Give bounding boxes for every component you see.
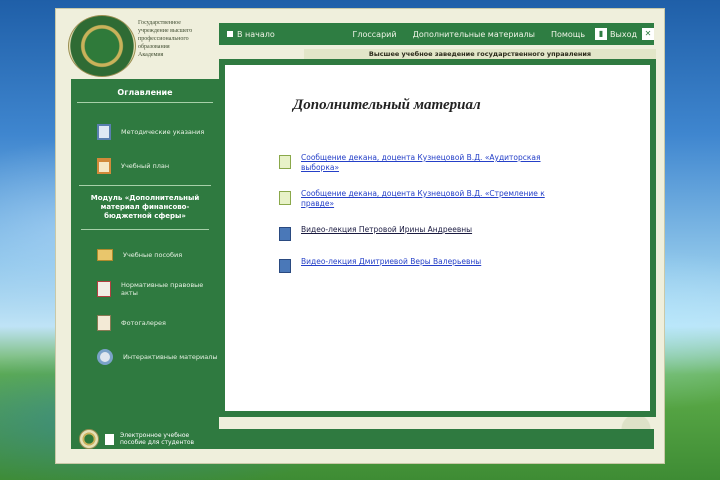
nav-help[interactable]: Помощь [543, 30, 593, 39]
folder-icon [97, 249, 113, 261]
material-link[interactable]: Видео-лекция Дмитриевой Веры Валерьевны [301, 257, 481, 267]
home-icon [227, 31, 233, 37]
book-icon [105, 433, 114, 445]
content-panel: Дополнительный материал Сообщение декана… [219, 59, 656, 417]
material-link[interactable]: Сообщение декана, доцента Кузнецовой В.Д… [301, 189, 579, 209]
materials-list: Сообщение декана, доцента Кузнецовой В.Д… [279, 153, 579, 289]
sidebar-item-regulations[interactable]: Нормативные правовые акты [71, 272, 219, 306]
page-title: Дополнительный материал [293, 97, 481, 113]
sidebar-heading: Оглавление [77, 84, 213, 103]
institution-title-line: Государственное [138, 20, 181, 26]
institution-title-line: образования [138, 44, 170, 50]
certificate-icon [279, 191, 291, 205]
sidebar-item-label: Нормативные правовые акты [121, 281, 204, 297]
institution-title: Государственное учреждение высшего профе… [138, 19, 218, 65]
footer-text-line: пособие для студентов [120, 439, 195, 446]
material-link[interactable]: Сообщение декана, доцента Кузнецовой В.Д… [301, 153, 579, 173]
certificate-icon [279, 155, 291, 169]
sidebar-item-interactive[interactable]: Интерактивные материалы [71, 340, 219, 374]
calendar-icon [97, 158, 111, 174]
file-icon [279, 259, 291, 273]
document-icon [97, 281, 111, 297]
sidebar: Оглавление Методические указания Учебный… [71, 79, 219, 429]
footer-text: Электронное учебное пособие для студенто… [120, 432, 194, 446]
footer-emblem [79, 429, 99, 449]
sidebar-item-gallery[interactable]: Фотогалерея [71, 306, 219, 340]
nav-home-label: В начало [237, 29, 275, 39]
top-navigation: В начало Глоссарий Дополнительные матери… [219, 23, 654, 45]
nav-exit[interactable]: Выход [607, 30, 640, 39]
gear-icon [97, 349, 113, 365]
sidebar-item-label: Методические указания [121, 128, 205, 136]
emblem-logo [68, 15, 136, 77]
nav-glossary[interactable]: Глоссарий [345, 30, 405, 39]
list-item: Сообщение декана, доцента Кузнецовой В.Д… [279, 153, 579, 173]
application-window: Государственное учреждение высшего профе… [55, 8, 665, 464]
institution-title-line: учреждение высшего [138, 28, 193, 34]
gallery-icon [97, 315, 111, 331]
nav-home[interactable]: В начало [219, 30, 283, 39]
sidebar-item-label: Учебные пособия [123, 251, 183, 259]
sidebar-item-label: Интерактивные материалы [123, 353, 218, 361]
nav-materials[interactable]: Дополнительные материалы [405, 30, 543, 39]
institution-title-line: профессионального [138, 36, 189, 42]
sidebar-item-curriculum[interactable]: Учебный план [71, 149, 219, 183]
sidebar-item-textbooks[interactable]: Учебные пособия [71, 238, 219, 272]
institution-title-line: Академия [138, 52, 164, 58]
footer-text-line: Электронное учебное [120, 432, 190, 439]
list-item: Видео-лекция Дмитриевой Веры Валерьевны [279, 257, 579, 273]
list-item: Сообщение декана, доцента Кузнецовой В.Д… [279, 189, 579, 209]
footer-bar: Электронное учебное пособие для студенто… [71, 429, 654, 449]
sidebar-item-label: Фотогалерея [121, 319, 166, 327]
content-area: Дополнительный материал Сообщение декана… [225, 65, 650, 411]
book-icon [97, 124, 111, 140]
sidebar-item-label: Учебный план [121, 162, 170, 170]
sidebar-module-title: Модуль «Дополнительный материал финансов… [81, 194, 209, 230]
sidebar-item-guidelines[interactable]: Методические указания [71, 115, 219, 149]
file-icon [279, 227, 291, 241]
divider [79, 185, 211, 186]
list-item: Видео-лекция Петровой Ирины Андреевны [279, 225, 579, 241]
material-link[interactable]: Видео-лекция Петровой Ирины Андреевны [301, 225, 472, 235]
window-icon[interactable]: ▮ [595, 28, 608, 40]
close-icon[interactable]: ✕ [642, 28, 654, 40]
